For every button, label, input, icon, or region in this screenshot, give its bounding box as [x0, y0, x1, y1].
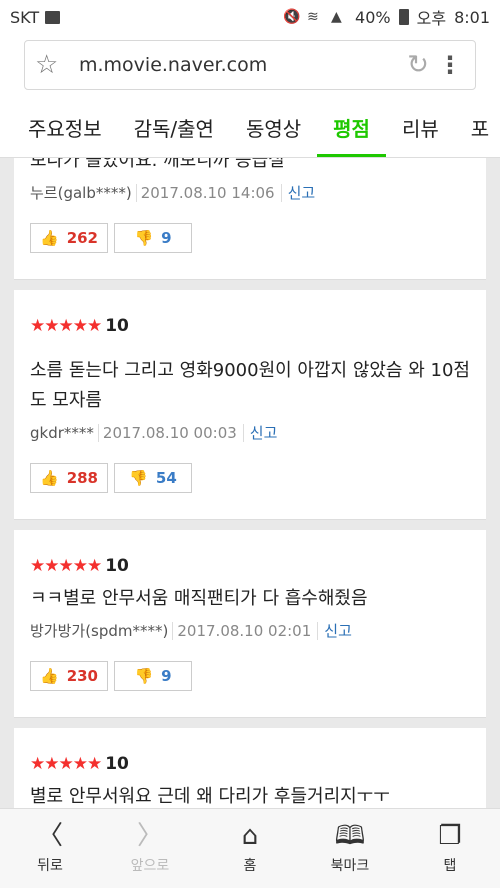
rating-score: 10 [105, 316, 129, 336]
bookmark-label: 북마크 [330, 857, 370, 874]
rating-score: 10 [105, 556, 129, 576]
image-notification-icon [45, 10, 61, 24]
dislike-count: 9 [161, 667, 172, 685]
battery-icon [398, 9, 409, 25]
forward-button[interactable]: 〉 앞으로 [100, 809, 200, 888]
tab-poster[interactable]: 포 [455, 98, 500, 157]
star-rating: ★★★★★ [30, 754, 102, 774]
report-link[interactable]: 신고 [280, 184, 316, 202]
report-link[interactable]: 신고 [242, 424, 278, 442]
report-link[interactable]: 신고 [317, 622, 352, 640]
rating-score: 10 [105, 754, 129, 774]
vote-buttons: 👍 262 👎 9 [30, 203, 470, 279]
back-button[interactable]: 〈 뒤로 [0, 809, 100, 888]
home-icon: ⌂ [241, 820, 259, 851]
star-rating: ★★★★★ [30, 556, 102, 576]
like-button[interactable]: 👍 262 [30, 223, 108, 253]
review-text: 소름 돋는다 그리고 영화9000원이 아깝지 않았슴 와 10점도 모자름 [30, 360, 470, 411]
review-list: 보다가 졸았어요. 깨보니까 응급실 누르(galb****) 2017.08.1… [0, 158, 500, 808]
more-options-icon[interactable]: ⋮ [435, 51, 465, 79]
tabs-label: 탭 [443, 857, 457, 874]
tab-main-info[interactable]: 주요정보 [12, 98, 118, 157]
thumbs-down-icon: 👎 [134, 667, 154, 685]
review-text: ㅋㅋ별로 안무서움 매직팬티가 다 흡수해줬음 [30, 588, 368, 609]
battery-percent: 40% [355, 7, 391, 27]
home-label: 홈 [243, 857, 257, 874]
thumbs-down-icon: 👎 [129, 469, 148, 487]
signal-icon: ▲ [331, 9, 342, 25]
movie-tabs: 주요정보 감독/출연 동영상 평점 리뷰 포 [0, 98, 500, 158]
forward-label: 앞으로 [130, 857, 170, 874]
review-date: 2017.08.10 00:03 [97, 424, 237, 442]
review-card: 보다가 졸았어요. 깨보니까 응급실 누르(galb****) 2017.08.1… [14, 158, 486, 280]
like-button[interactable]: 👍 288 [30, 463, 108, 493]
vote-buttons: 👍 230 👎 9 [30, 641, 470, 717]
tab-reviews[interactable]: 리뷰 [386, 98, 455, 157]
review-author: 누르(galb****) [30, 184, 132, 202]
review-meta: 방가방가(spdm****) 2017.08.10 02:01 신고 [30, 620, 470, 641]
review-card: ★★★★★ 10 ㅋㅋ별로 안무서움 매직팬티가 다 흡수해줬음 방가방가(sp… [14, 530, 486, 718]
review-author: gkdr**** [30, 424, 94, 442]
reload-icon[interactable]: ↻ [401, 50, 435, 80]
tabs-button[interactable]: ❐ 탭 [400, 809, 500, 888]
thumbs-down-icon: 👎 [134, 229, 154, 247]
browser-toolbar: ☆ m.movie.naver.com ↻ ⋮ [0, 34, 500, 98]
tab-cast[interactable]: 감독/출연 [118, 98, 230, 157]
bookmark-button[interactable]: 🕮 북마크 [300, 809, 400, 888]
review-text: 별로 안무서워요 근데 왜 다리가 후들거리지ㅜㅜ [30, 786, 390, 807]
review-text: 보다가 졸았어요. 깨보니까 응급실 [30, 158, 285, 171]
browser-bottom-nav: 〈 뒤로 〉 앞으로 ⌂ 홈 🕮 북마크 ❐ 탭 [0, 808, 500, 888]
dislike-button[interactable]: 👎 9 [114, 223, 192, 253]
review-meta: 누르(galb****) 2017.08.10 14:06 신고 [30, 182, 470, 203]
tab-ratings[interactable]: 평점 [317, 98, 386, 157]
home-button[interactable]: ⌂ 홈 [200, 809, 300, 888]
bookmark-icon: 🕮 [334, 820, 366, 851]
review-date: 2017.08.10 02:01 [172, 622, 312, 640]
review-rating: ★★★★★ 10 [30, 290, 470, 336]
review-card: ★★★★★ 10 별로 안무서워요 근데 왜 다리가 후들거리지ㅜㅜ [14, 728, 486, 808]
thumbs-up-icon: 👍 [40, 469, 59, 487]
chevron-left-icon: 〈 [36, 820, 63, 851]
review-meta: gkdr**** 2017.08.10 00:03 신고 [30, 422, 470, 443]
url-text[interactable]: m.movie.naver.com [79, 54, 401, 76]
review-date: 2017.08.10 14:06 [135, 184, 275, 202]
review-rating: ★★★★★ 10 [30, 530, 470, 576]
address-bar[interactable]: ☆ m.movie.naver.com ↻ ⋮ [24, 40, 476, 90]
tab-videos[interactable]: 동영상 [230, 98, 317, 157]
dislike-count: 54 [155, 469, 177, 487]
chevron-right-icon: 〉 [136, 820, 163, 851]
mute-icon: 🔇 [283, 9, 301, 25]
review-card: ★★★★★ 10 소름 돋는다 그리고 영화9000원이 아깝지 않았슴 와 1… [14, 290, 486, 520]
status-bar: SKT 🔇 ≋ ▲ 40% 오후 8:01 [0, 0, 500, 34]
like-count: 262 [66, 229, 98, 247]
like-count: 230 [66, 667, 98, 685]
thumbs-up-icon: 👍 [40, 667, 59, 685]
dislike-button[interactable]: 👎 54 [114, 463, 192, 493]
review-rating: ★★★★★ 10 [30, 728, 470, 774]
wifi-icon: ≋ [307, 9, 319, 25]
carrier-label: SKT [10, 7, 40, 27]
review-author: 방가방가(spdm****) [30, 622, 169, 640]
dislike-count: 9 [161, 229, 172, 247]
like-count: 288 [66, 469, 98, 487]
like-button[interactable]: 👍 230 [30, 661, 108, 691]
time-ampm: 오후 [416, 9, 447, 28]
thumbs-up-icon: 👍 [40, 229, 59, 247]
tabs-icon: ❐ [438, 820, 462, 851]
star-icon[interactable]: ☆ [35, 50, 65, 80]
clock: 8:01 [454, 7, 490, 27]
vote-buttons: 👍 288 👎 54 [30, 443, 470, 519]
back-label: 뒤로 [37, 857, 63, 874]
dislike-button[interactable]: 👎 9 [114, 661, 192, 691]
star-rating: ★★★★★ [30, 316, 102, 336]
